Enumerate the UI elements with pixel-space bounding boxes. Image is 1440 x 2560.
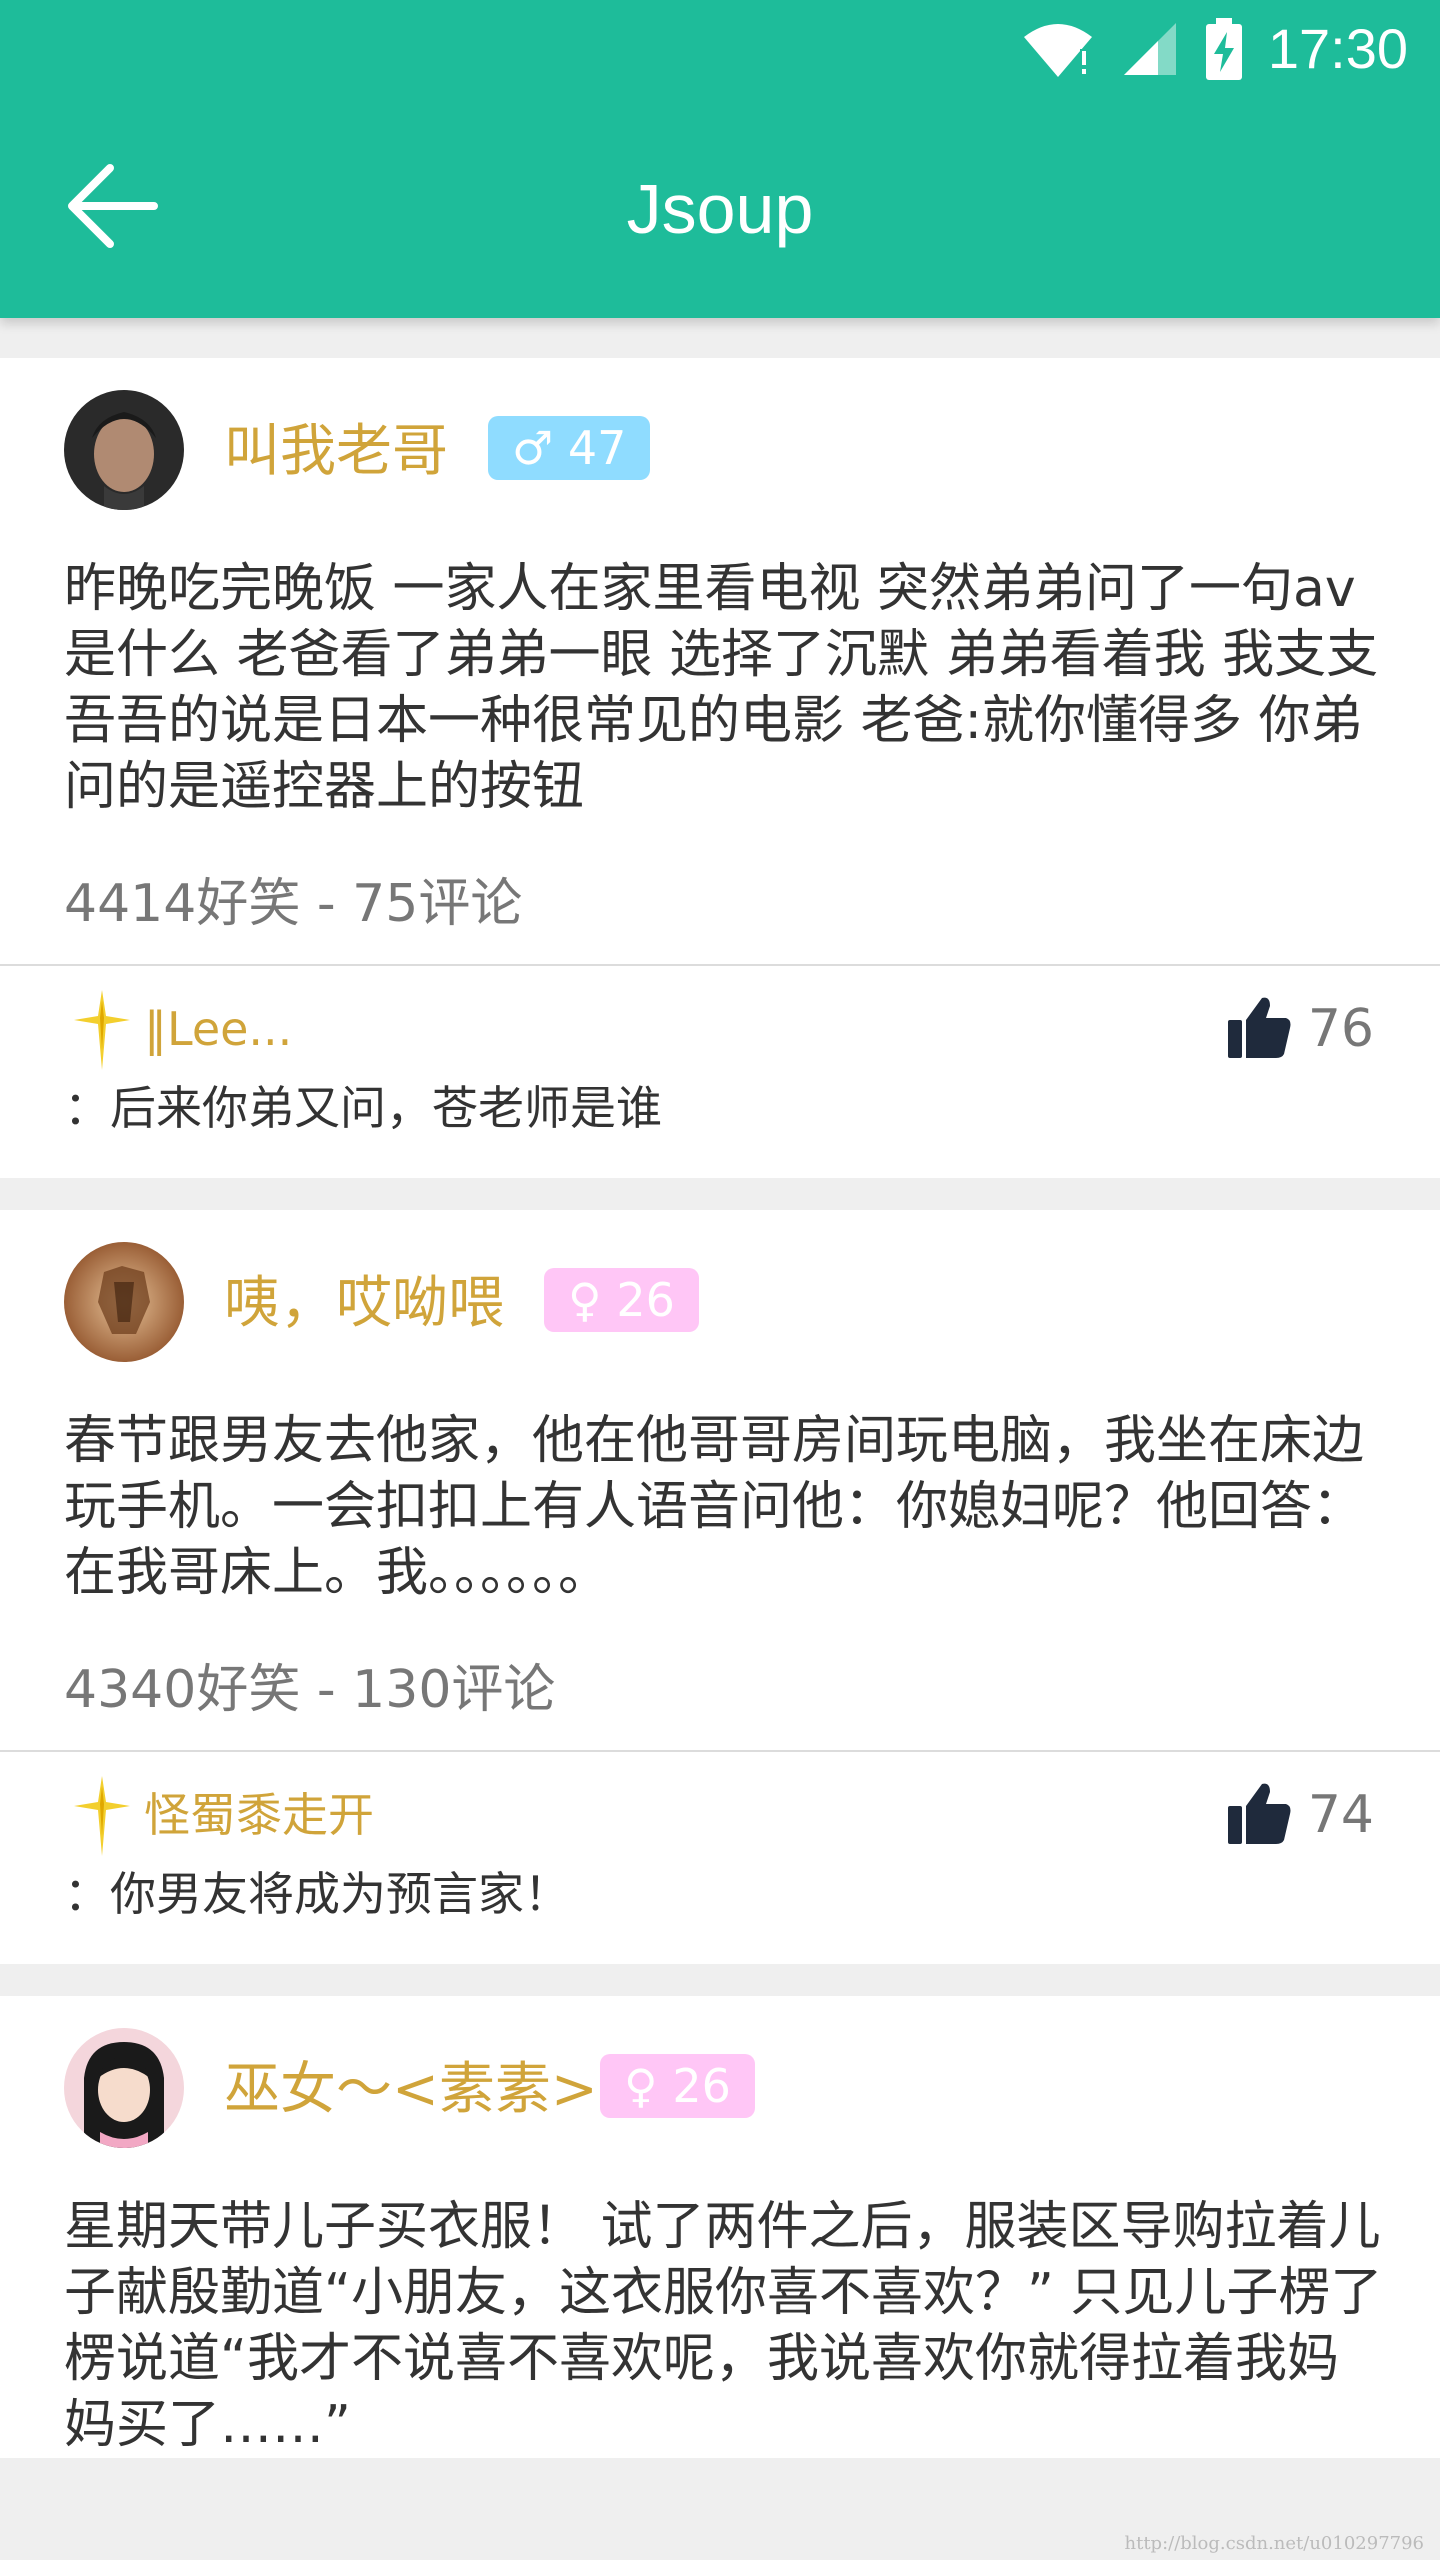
thumbs-up-icon[interactable] [1228,1782,1292,1844]
post-card[interactable]: 巫女～<素素> ♀ 26 星期天带儿子买衣服！ 试了两件之后，服装区导购拉着儿子… [0,1996,1440,2458]
gender-age-badge: ♂ 47 [488,416,651,480]
post-content: 昨晚吃完晚饭 一家人在家里看电视 突然弟弟问了一句av是什么 老爸看了弟弟一眼 … [64,559,1379,817]
gender-age-badge: ♀ 26 [600,2054,755,2118]
joke-list: 叫我老哥 ♂ 47 昨晚吃完晚饭 一家人在家里看电视 突然弟弟问了一句av是什么… [0,358,1440,2490]
avatar[interactable] [64,2028,184,2148]
post-stats: 4414好笑 - 75评论 [64,874,523,934]
post-stats: 4340好笑 - 130评论 [64,1660,556,1720]
post-content: 春节跟男友去他家，他在他哥哥房间玩电脑，我坐在床边玩手机。一会扣扣上有人语音问他… [64,1411,1365,1603]
username[interactable]: 叫我老哥 [224,418,448,486]
gender-age-text: ♀ 26 [568,1273,675,1327]
post-header: 咦，哎呦喂 ♀ 26 [0,1210,1440,1408]
wifi-icon [1023,24,1092,77]
post-card[interactable]: 咦，哎呦喂 ♀ 26 春节跟男友去他家，他在他哥哥房间玩电脑，我坐在床边玩手机。… [0,1210,1440,1964]
status-bar: 17:30 [1022,14,1408,84]
username[interactable]: 巫女～<素素> [224,2056,598,2124]
avatar[interactable] [64,390,184,510]
top-comment[interactable]: ‖Lee... 76 ：后来你弟又问，苍老师是谁 [0,966,1440,1178]
gender-age-text: ♀ 26 [624,2059,731,2113]
thumbs-up-icon[interactable] [1228,996,1292,1058]
page-title: Jsoup [626,170,814,248]
post-card[interactable]: 叫我老哥 ♂ 47 昨晚吃完晚饭 一家人在家里看电视 突然弟弟问了一句av是什么… [0,358,1440,1178]
god-comment-icon [74,1776,130,1856]
username[interactable]: 咦，哎呦喂 [224,1270,504,1338]
like-count: 76 [1307,999,1374,1059]
status-time: 17:30 [1267,17,1408,80]
watermark: http://blog.csdn.net/u010297796 [1124,2533,1425,2554]
avatar[interactable] [64,1242,184,1362]
top-comment[interactable]: 怪蜀黍走开 74 ：你男友将成为预言家！ [0,1752,1440,1964]
god-comment-icon [74,990,130,1070]
gender-age-text: ♂ 47 [512,421,627,475]
comment-username[interactable]: 怪蜀黍走开 [144,1780,374,1850]
post-content: 星期天带儿子买衣服！ 试了两件之后，服装区导购拉着儿子献殷勤道“小朋友，这衣服你… [64,2197,1383,2455]
battery-charging-icon [1205,18,1242,80]
comment-username[interactable]: ‖Lee... [144,994,292,1064]
app-bar: 17:30 Jsoup [0,0,1440,318]
post-header: 巫女～<素素> ♀ 26 [0,1996,1440,2194]
comment-text: ：你男友将成为预言家！ [64,1867,570,1921]
post-header: 叫我老哥 ♂ 47 [0,358,1440,556]
cell-signal-icon [1123,23,1176,75]
like-count: 74 [1307,1785,1374,1845]
comment-text: ：后来你弟又问，苍老师是谁 [64,1081,662,1135]
gender-age-badge: ♀ 26 [544,1268,699,1332]
